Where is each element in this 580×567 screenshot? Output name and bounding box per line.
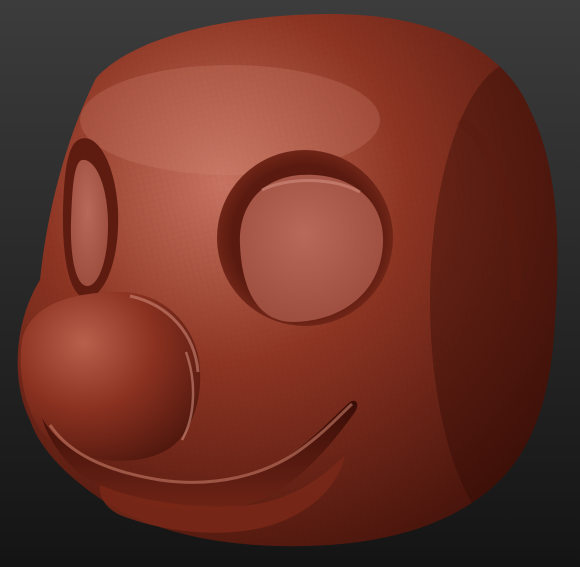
sculpt-canvas: [0, 0, 580, 567]
sculpt-viewport: [0, 0, 580, 567]
